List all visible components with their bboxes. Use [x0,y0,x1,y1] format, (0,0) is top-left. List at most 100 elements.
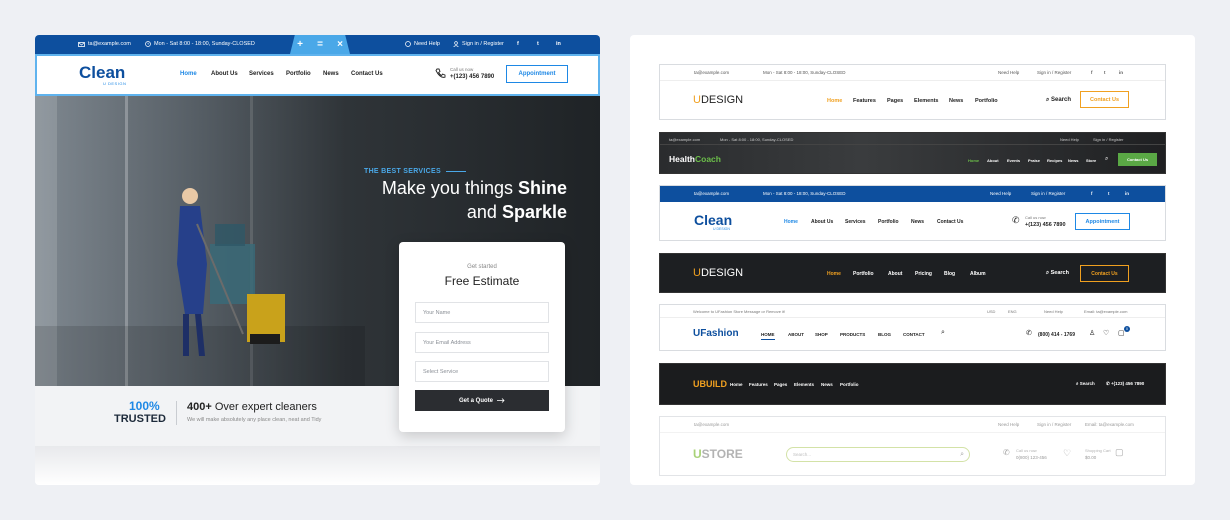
top-signin[interactable]: Sign in / Register [453,41,504,47]
nav-store[interactable]: Store [1086,158,1096,163]
top-help[interactable]: Need Help [405,41,440,47]
linkedin-icon[interactable]: in [1119,70,1123,75]
nav-elements[interactable]: Elements [914,98,938,104]
nav-home[interactable]: Home [180,71,197,77]
clean-logo[interactable]: Clean [694,212,732,228]
nav-recipes[interactable]: Recipes [1047,158,1062,163]
header-ubuild[interactable]: UBUILD Home Features Pages Elements News… [659,363,1166,405]
nav-services[interactable]: Services [845,219,866,225]
add-control-icon[interactable]: + [297,39,303,50]
nav-contact[interactable]: CONTACT [903,332,925,337]
search-button[interactable]: ⌕ Search [1046,97,1071,104]
ubuild-logo[interactable]: UBUILD [693,379,727,389]
udesign-logo[interactable]: UDESIGN [693,94,743,106]
nav-portfolio[interactable]: Portfolio [840,382,859,387]
nav-news[interactable]: News [949,98,963,104]
contact-button[interactable]: Contact Us [1118,153,1157,166]
nav-blog[interactable]: BLOG [878,332,891,337]
nav-pricing[interactable]: Pricing [915,271,932,277]
nav-portfolio[interactable]: Portfolio [975,98,998,104]
get-quote-button[interactable]: Get a Quote [415,390,549,411]
nav-elements[interactable]: Elements [794,382,814,387]
nav-shop[interactable]: SHOP [815,332,828,337]
contact-button[interactable]: Contact Us [1080,265,1129,282]
header-clean[interactable]: ta@example.com Mon - Sat 8:00 - 18:00, S… [659,185,1166,241]
ufashion-logo[interactable]: UFashion [693,328,739,339]
linkedin-icon[interactable]: in [556,41,561,47]
nav-home[interactable]: HOME [761,332,775,340]
header-udesign-dark[interactable]: UDESIGN Home Portfolio About Pricing Blo… [659,253,1166,293]
contact-button[interactable]: Contact Us [1080,91,1129,108]
facebook-icon[interactable]: f [1091,70,1093,75]
nav-about[interactable]: ABOUT [788,332,804,337]
twitter-icon[interactable]: t [1104,70,1106,75]
nav-features[interactable]: Features [853,98,876,104]
cart-icon[interactable]: ▢ [1115,447,1124,458]
nav-portfolio[interactable]: Portfolio [286,71,311,77]
nav-news[interactable]: News [911,219,924,225]
settings-control-icon[interactable]: = [317,39,323,50]
nav-home[interactable]: Home [827,271,841,277]
nav-pages[interactable]: Pages [774,382,787,387]
phone-number[interactable]: +(123) 456 7890 [1025,222,1066,228]
nav-portfolio[interactable]: Portfolio [853,271,874,277]
udesign-logo[interactable]: UDESIGN [693,267,743,279]
ustore-logo[interactable]: USTORE [693,447,743,461]
header-udesign-light[interactable]: ta@example.com Mon - Sat 8:00 - 18:00, S… [659,64,1166,120]
appointment-button[interactable]: Appointment [1075,213,1130,230]
nav-home[interactable]: Home [968,158,979,163]
nav-home[interactable]: Home [827,98,842,104]
nav-news[interactable]: News [821,382,833,387]
currency-select[interactable]: USD [987,309,995,314]
twitter-icon[interactable]: t [1108,191,1110,196]
search-button[interactable]: ⌕ Search [1076,381,1095,386]
header-healthcoach[interactable]: ta@example.com Mon - Sat 8:00 - 18:00, S… [659,132,1166,174]
wishlist-icon[interactable]: ♡ [1103,329,1109,337]
hero-line2-bold: Sparkle [501,202,567,222]
search-input[interactable]: Search... ⌕ [786,447,970,462]
search-button[interactable]: ⌕ Search [1046,270,1069,277]
name-input[interactable]: Your Name [415,302,549,323]
facebook-icon[interactable]: f [517,41,519,47]
nav-contact[interactable]: Contact Us [937,219,963,225]
nav-about[interactable]: About Us [211,71,238,77]
remove-control-icon[interactable]: × [337,39,343,50]
nav-products[interactable]: PRODUCTS [840,332,865,337]
account-icon[interactable]: ♙ [1089,329,1095,337]
nav-blog[interactable]: Blog [944,271,955,277]
facebook-icon[interactable]: f [1091,191,1093,196]
header-ufashion[interactable]: Welcome to UFashion Store Message or Rem… [659,304,1166,351]
linkedin-icon[interactable]: in [1125,191,1129,196]
nav-about[interactable]: About [987,158,999,163]
email-input[interactable]: Your Email Address [415,332,549,353]
header-ustore[interactable]: ta@example.com Need Help Sign in / Regis… [659,416,1166,476]
language-select[interactable]: ENG [1008,309,1017,314]
wishlist-icon[interactable]: ♡ [1063,448,1071,459]
healthcoach-logo[interactable]: HealthCoach [669,154,721,164]
nav-news[interactable]: News [323,71,339,77]
nav-contact[interactable]: Contact Us [351,71,383,77]
nav-pages[interactable]: Pages [887,98,903,104]
nav-praise[interactable]: Praise [1028,158,1040,163]
nav-features[interactable]: Features [749,382,768,387]
nav-album[interactable]: Album [970,271,986,277]
appointment-button[interactable]: Appointment [506,65,568,83]
nav-about[interactable]: About Us [811,219,833,225]
nav-about[interactable]: About [888,271,902,277]
phone-number[interactable]: (800) 414 - 1769 [1038,332,1075,338]
phone-number[interactable]: +(123) 456 7890 [450,74,494,80]
phone-link[interactable]: ✆ +(123) 456 7890 [1106,381,1144,387]
nav-portfolio[interactable]: Portfolio [878,219,899,225]
search-icon[interactable]: ⌕ [941,329,945,337]
nav-services[interactable]: Services [249,71,274,77]
twitter-icon[interactable]: t [537,41,539,47]
nav-home[interactable]: Home [784,219,798,225]
service-select[interactable]: Select Service [415,361,549,382]
nav-events[interactable]: Events [1007,158,1020,163]
phone-number[interactable]: 0(800) 123-456 [1016,455,1047,460]
search-icon[interactable]: ⌕ [1105,156,1108,163]
top-email[interactable]: ta@example.com [78,41,131,47]
clean-logo[interactable]: Clean [79,63,125,83]
nav-news[interactable]: News [1068,158,1078,163]
nav-home[interactable]: Home [730,382,743,387]
